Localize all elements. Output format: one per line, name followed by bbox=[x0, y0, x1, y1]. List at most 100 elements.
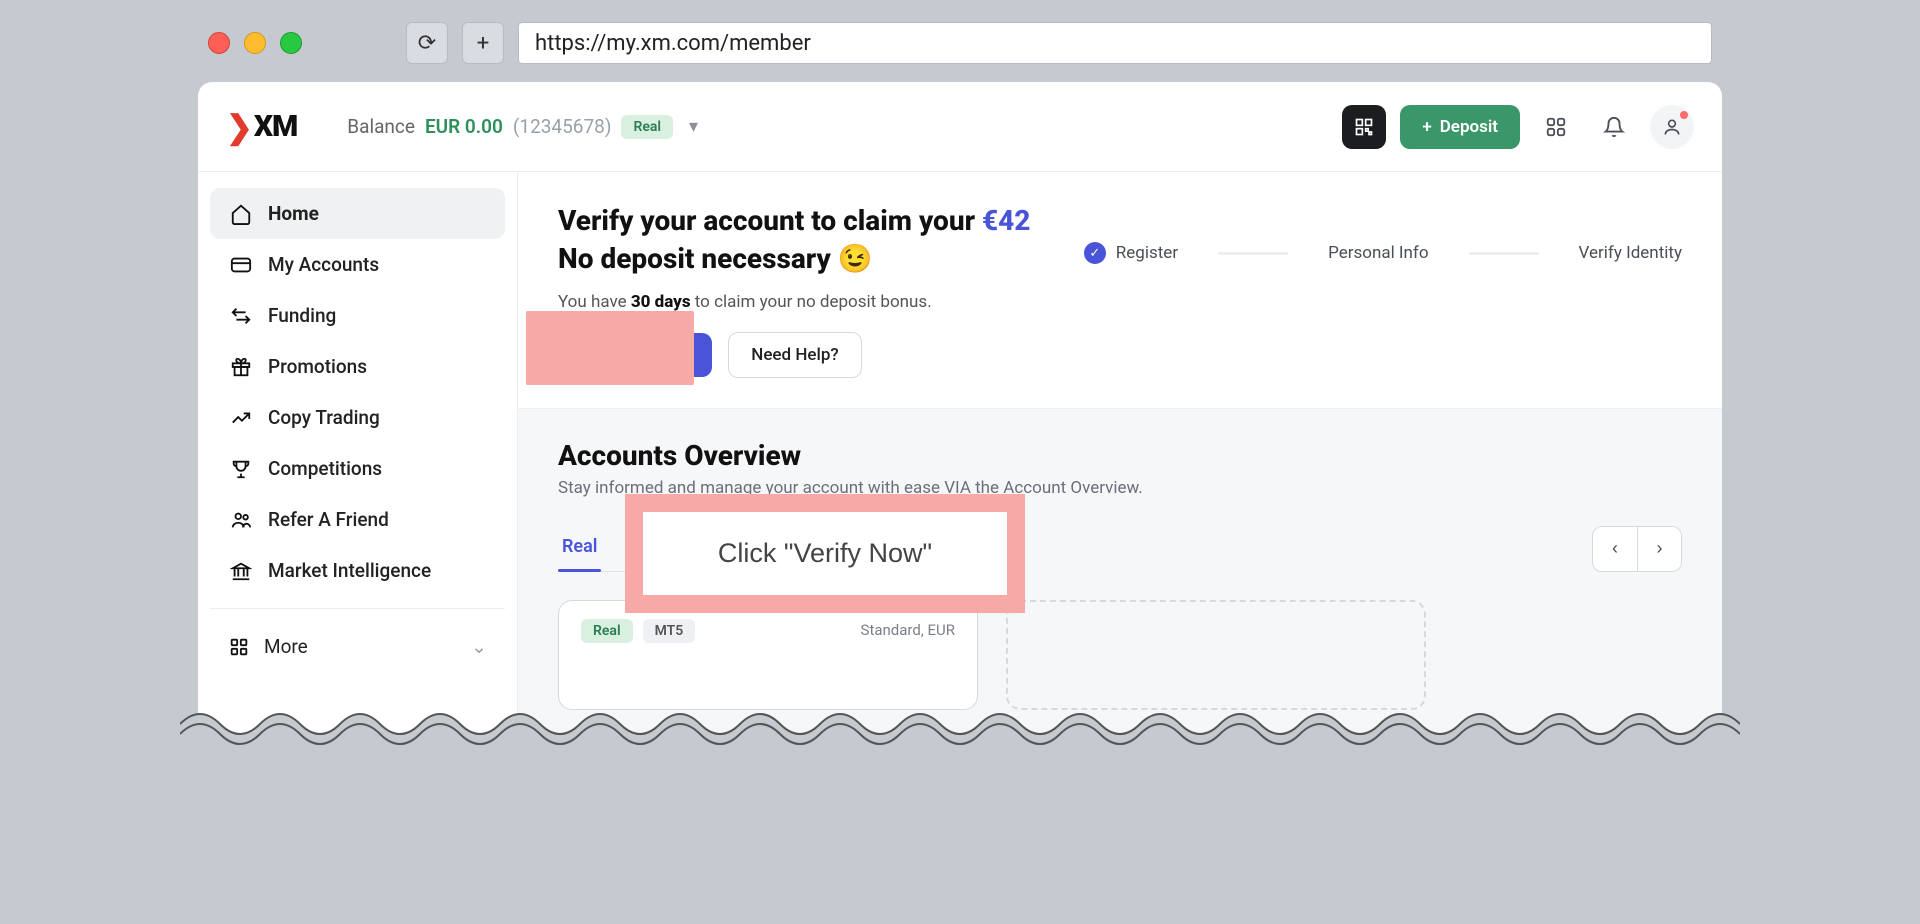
deposit-label: Deposit bbox=[1440, 117, 1498, 137]
gift-icon bbox=[228, 356, 254, 378]
sidebar-item-my-accounts[interactable]: My Accounts bbox=[210, 239, 505, 290]
tab-demo[interactable]: Demo bbox=[637, 526, 692, 571]
verify-title: Verify your account to claim your €42 No… bbox=[558, 202, 1030, 278]
account-mode-badge: Real bbox=[621, 115, 673, 139]
app-viewport: ❯ XM Balance EUR 0.00 (12345678) Real ▾ … bbox=[198, 82, 1722, 742]
close-window-icon[interactable] bbox=[208, 32, 230, 54]
people-icon bbox=[228, 509, 254, 531]
verify-steps: ✓ Register Personal Info Verify Identity bbox=[1084, 242, 1682, 264]
overview-tabs: Real Demo bbox=[558, 526, 693, 572]
sidebar-item-label: Home bbox=[268, 202, 319, 225]
sidebar-item-label: My Accounts bbox=[268, 253, 379, 276]
window-controls bbox=[208, 32, 302, 54]
sidebar-item-refer-a-friend[interactable]: Refer A Friend bbox=[210, 494, 505, 545]
plus-icon: + bbox=[477, 31, 489, 56]
qr-code-button[interactable] bbox=[1342, 105, 1386, 149]
transfer-icon bbox=[228, 305, 254, 327]
url-text: https://my.xm.com/member bbox=[535, 31, 811, 56]
deposit-button[interactable]: + Deposit bbox=[1400, 105, 1520, 149]
trend-icon bbox=[228, 407, 254, 429]
step-label: Verify Identity bbox=[1579, 243, 1682, 263]
sidebar-more-label: More bbox=[264, 635, 308, 658]
maximize-window-icon[interactable] bbox=[280, 32, 302, 54]
account-cards-row: Real MT5 Standard, EUR bbox=[558, 600, 1682, 710]
reload-button[interactable]: ⟳ bbox=[406, 22, 448, 64]
apps-grid-button[interactable] bbox=[1534, 105, 1578, 149]
sidebar: Home My Accounts Funding Promotions Copy… bbox=[198, 172, 518, 742]
profile-button[interactable] bbox=[1650, 105, 1694, 149]
verify-subtext: You have 30 days to claim your no deposi… bbox=[558, 292, 1030, 312]
qr-icon bbox=[1354, 117, 1374, 137]
overview-subtitle: Stay informed and manage your account wi… bbox=[558, 478, 1682, 498]
sidebar-divider bbox=[210, 608, 505, 609]
cards-pager: ‹ › bbox=[1592, 526, 1682, 572]
logo-text: XM bbox=[254, 109, 297, 144]
pager-prev-button[interactable]: ‹ bbox=[1593, 527, 1637, 571]
account-id: (12345678) bbox=[513, 115, 612, 138]
user-icon bbox=[1662, 117, 1682, 137]
app-header: ❯ XM Balance EUR 0.00 (12345678) Real ▾ … bbox=[198, 82, 1722, 172]
sidebar-item-label: Market Intelligence bbox=[268, 559, 431, 582]
minimize-window-icon[interactable] bbox=[244, 32, 266, 54]
step-personal-info: Personal Info bbox=[1328, 243, 1428, 263]
balance-label: Balance bbox=[347, 115, 415, 138]
browser-frame: ⟳ + https://my.xm.com/member ❯ XM Balanc… bbox=[180, 4, 1740, 754]
chevron-down-icon: ⌄ bbox=[471, 635, 487, 658]
need-help-label: Need Help? bbox=[751, 345, 838, 365]
more-grid-icon bbox=[228, 636, 250, 658]
browser-chrome: ⟳ + https://my.xm.com/member bbox=[180, 4, 1740, 82]
verify-now-button[interactable]: Verify Now → bbox=[558, 333, 712, 377]
need-help-button[interactable]: Need Help? bbox=[728, 332, 861, 378]
sidebar-item-label: Copy Trading bbox=[268, 406, 380, 429]
step-register: ✓ Register bbox=[1084, 242, 1178, 264]
step-label: Register bbox=[1116, 243, 1178, 263]
sidebar-item-label: Promotions bbox=[268, 355, 367, 378]
header-actions: + Deposit bbox=[1342, 105, 1694, 149]
step-label: Personal Info bbox=[1328, 243, 1428, 263]
card-icon bbox=[228, 254, 254, 276]
verify-now-label: Verify Now bbox=[580, 345, 663, 365]
verify-banner: Verify your account to claim your €42 No… bbox=[518, 172, 1722, 409]
url-bar[interactable]: https://my.xm.com/member bbox=[518, 22, 1712, 64]
notifications-button[interactable] bbox=[1592, 105, 1636, 149]
sidebar-item-more[interactable]: More ⌄ bbox=[210, 621, 505, 672]
balance-amount: EUR 0.00 bbox=[425, 115, 503, 138]
home-icon bbox=[228, 203, 254, 225]
overview-title: Accounts Overview bbox=[558, 439, 1682, 472]
sidebar-item-competitions[interactable]: Competitions bbox=[210, 443, 505, 494]
trophy-icon bbox=[228, 458, 254, 480]
step-separator bbox=[1218, 252, 1288, 255]
account-type-label: Standard, EUR bbox=[861, 621, 955, 639]
balance-display[interactable]: Balance EUR 0.00 (12345678) Real ▾ bbox=[347, 115, 698, 139]
check-icon: ✓ bbox=[1084, 242, 1106, 264]
new-tab-button[interactable]: + bbox=[462, 22, 504, 64]
tab-real[interactable]: Real bbox=[558, 526, 601, 571]
step-separator bbox=[1469, 252, 1539, 255]
account-card[interactable]: Real MT5 Standard, EUR bbox=[558, 600, 978, 710]
sidebar-item-home[interactable]: Home bbox=[210, 188, 505, 239]
pager-next-button[interactable]: › bbox=[1637, 527, 1681, 571]
add-account-card[interactable] bbox=[1006, 600, 1426, 710]
badge-real: Real bbox=[581, 619, 633, 643]
sidebar-item-label: Refer A Friend bbox=[268, 508, 389, 531]
sidebar-item-label: Funding bbox=[268, 304, 336, 327]
reload-icon: ⟳ bbox=[418, 31, 436, 56]
badge-mt5: MT5 bbox=[643, 619, 696, 643]
logo-chevron-icon: ❯ bbox=[226, 108, 252, 146]
app-body: Home My Accounts Funding Promotions Copy… bbox=[198, 172, 1722, 742]
bell-icon bbox=[1603, 116, 1625, 138]
grid-icon bbox=[1545, 116, 1567, 138]
chevron-left-icon: ‹ bbox=[1612, 538, 1618, 559]
main-content: Verify your account to claim your €42 No… bbox=[518, 172, 1722, 742]
sidebar-item-label: Competitions bbox=[268, 457, 382, 480]
chevron-right-icon: › bbox=[1657, 538, 1663, 559]
sidebar-item-funding[interactable]: Funding bbox=[210, 290, 505, 341]
bank-icon bbox=[228, 560, 254, 582]
sidebar-item-market-intelligence[interactable]: Market Intelligence bbox=[210, 545, 505, 596]
xm-logo[interactable]: ❯ XM bbox=[226, 108, 297, 146]
sidebar-item-copy-trading[interactable]: Copy Trading bbox=[210, 392, 505, 443]
sidebar-item-promotions[interactable]: Promotions bbox=[210, 341, 505, 392]
arrow-right-icon: → bbox=[673, 345, 690, 365]
plus-icon: + bbox=[1422, 117, 1431, 137]
chevron-down-icon: ▾ bbox=[689, 116, 698, 137]
